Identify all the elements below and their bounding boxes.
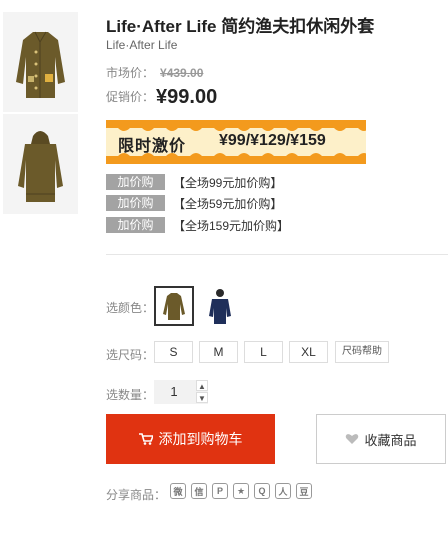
share-label: 分享商品： [106,488,167,502]
color-swatch-khaki[interactable] [154,286,194,326]
add-buy-tag: 加价购 [106,217,165,233]
promo-price-value: ¥99.00 [156,86,218,108]
navy-jacket-image [209,289,231,324]
product-title: Life·After Life 简约渔夫扣休闲外套 [106,17,375,36]
quantity-increase-icon[interactable]: ▲ [196,380,208,391]
favorite-button[interactable]: 收藏商品 [316,414,446,464]
add-buy-desc[interactable]: 【全场159元加价购】 [173,217,289,234]
promo-price-row: 促销价： ¥99.00 [106,86,217,109]
weibo-icon[interactable]: 微 [170,483,186,499]
jacket-front-image [16,31,65,98]
thumbnail-list [3,12,78,216]
add-to-cart-button[interactable]: 添加到购物车 [106,414,275,464]
thumbnail-back[interactable] [3,114,78,214]
khaki-jacket-image [163,293,185,320]
size-option-xl[interactable]: XL [289,341,328,363]
size-help-button[interactable]: 尺码帮助 [335,341,389,363]
thumbnail-front[interactable] [3,12,78,112]
add-buy-tag: 加价购 [106,195,165,211]
quantity-decrease-icon[interactable]: ▼ [196,392,208,403]
qq-icon[interactable]: Q [254,483,270,499]
market-price-row: 市场价： ¥439.00 [106,64,203,82]
size-option-l[interactable]: L [244,341,283,363]
douban-icon[interactable]: 豆 [296,483,312,499]
favorite-label: 收藏商品 [364,432,417,448]
add-to-cart-label: 添加到购物车 [158,431,243,447]
quantity-input[interactable]: 1 [154,380,194,404]
size-option-m[interactable]: M [199,341,238,363]
add-buy-tag: 加价购 [106,174,165,190]
product-brand[interactable]: Life·After Life [106,38,177,52]
promo-banner[interactable]: 限时激价 ¥99/¥129/¥159 [106,120,366,164]
banner-title: 限时激价 [118,138,187,155]
share-icon-list: 微 信 P ★ Q 人 豆 [170,483,312,499]
color-swatch-navy[interactable] [200,286,240,326]
promo-price-label: 促销价： [106,90,155,104]
wechat-icon[interactable]: 信 [191,483,207,499]
cart-icon [138,433,153,445]
add-buy-row[interactable]: 加价购 【全场99元加价购】 [106,173,282,191]
jacket-back-image [18,131,63,202]
size-label: 选尺码： [106,348,155,362]
quantity-stepper: 1 ▲ ▼ [154,380,208,404]
color-label: 选颜色： [106,301,155,315]
market-price-label: 市场价： [106,66,155,80]
quantity-label: 选数量： [106,388,155,402]
size-option-s[interactable]: S [154,341,193,363]
qzone-icon[interactable]: ★ [233,483,249,499]
pinterest-icon[interactable]: P [212,483,228,499]
add-buy-row[interactable]: 加价购 【全场59元加价购】 [106,194,282,212]
section-divider [106,254,448,255]
banner-prices: ¥99/¥129/¥159 [219,132,326,149]
heart-icon [346,434,359,444]
add-buy-desc[interactable]: 【全场99元加价购】 [173,174,282,191]
add-buy-desc[interactable]: 【全场59元加价购】 [173,195,282,212]
add-buy-row[interactable]: 加价购 【全场159元加价购】 [106,216,289,234]
renren-icon[interactable]: 人 [275,483,291,499]
market-price-value: ¥439.00 [160,66,204,80]
